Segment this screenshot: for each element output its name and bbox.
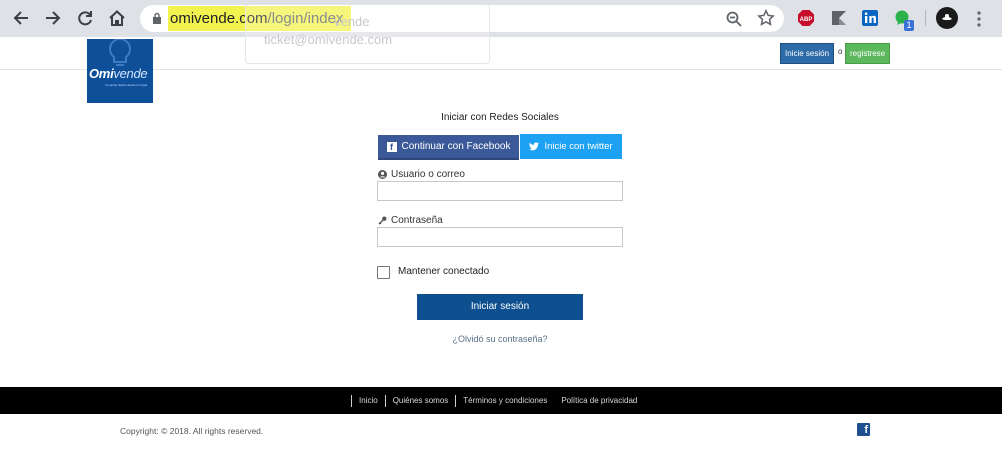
logo-text: Omivende: [89, 66, 148, 81]
footer-link-inicio[interactable]: Inicio: [351, 395, 385, 407]
linkedin-icon[interactable]: [861, 9, 879, 27]
remember-label[interactable]: Mantener conectado: [398, 266, 489, 277]
facebook-login-label: Continuar con Facebook: [401, 141, 511, 152]
site-logo[interactable]: Omivende Compras fáciles desde tu hogar: [87, 39, 153, 103]
password-input[interactable]: [377, 227, 623, 247]
username-input[interactable]: [377, 181, 623, 201]
back-icon: [13, 11, 28, 25]
lock-icon: [153, 12, 161, 24]
back-button[interactable]: [9, 6, 33, 30]
copyright-text: Copyright: © 2018. All rights reserved.: [120, 426, 264, 436]
twitter-login-button[interactable]: Inicie con twitter: [520, 134, 622, 159]
key-icon: [378, 216, 387, 225]
flag-icon[interactable]: [830, 9, 848, 27]
footer-link-quienes-somos[interactable]: Quiénes somos: [384, 395, 456, 407]
username-label: Usuario o correo: [378, 169, 465, 180]
facebook-footer-icon[interactable]: f: [857, 423, 870, 436]
forward-icon: [46, 11, 61, 25]
password-label: Contraseña: [378, 215, 443, 226]
footer-links: Inicio Quiénes somos Términos y condicio…: [351, 395, 644, 407]
remember-checkbox[interactable]: [377, 266, 390, 279]
header-login-button[interactable]: Inicie sesión: [780, 43, 835, 64]
reload-icon: [78, 11, 92, 26]
ghost-line-2: ticket@omivende.com: [264, 32, 393, 47]
twitter-login-label: Inicie con twitter: [544, 141, 613, 152]
home-button[interactable]: [105, 6, 129, 30]
logo-sub: vende: [113, 66, 148, 81]
reload-button[interactable]: [73, 6, 97, 30]
menu-icon[interactable]: [971, 10, 987, 28]
or-separator: o: [838, 47, 843, 56]
ghost-notification: vende ticket@omivende.com: [245, 4, 490, 64]
twitter-icon: [529, 142, 540, 151]
notification-badge: 1: [904, 20, 914, 31]
logo-tagline: Compras fáciles desde tu hogar: [105, 83, 148, 87]
facebook-login-button[interactable]: f Continuar con Facebook: [378, 135, 519, 160]
footer-link-terminos[interactable]: Términos y condiciones: [455, 395, 554, 407]
svg-text:ABP: ABP: [800, 17, 813, 23]
forgot-password-link[interactable]: ¿Olvidó su contraseña?: [400, 334, 600, 344]
forward-button[interactable]: [41, 6, 65, 30]
home-icon: [109, 10, 125, 26]
star-icon[interactable]: [757, 9, 775, 27]
browser-toolbar: omivende.com/login/index ABP 1: [0, 0, 1002, 37]
password-label-text: Contraseña: [391, 215, 443, 226]
lightbulb-icon: [109, 39, 131, 66]
ghost-line-1: vende: [334, 14, 370, 29]
login-submit-button[interactable]: Iniciar sesión: [417, 294, 583, 320]
social-login-title: Iniciar con Redes Sociales: [441, 112, 559, 123]
logo-main: Omi: [89, 66, 114, 81]
toolbar-divider: [925, 10, 926, 26]
header-register-button[interactable]: registrese: [845, 43, 891, 64]
username-label-text: Usuario o correo: [391, 169, 465, 180]
zoom-icon[interactable]: [725, 10, 743, 28]
footer-link-privacidad[interactable]: Política de privacidad: [554, 395, 644, 407]
adblock-icon[interactable]: ABP: [797, 9, 815, 27]
facebook-icon: f: [386, 141, 397, 152]
profile-icon: [942, 14, 952, 21]
user-icon: [378, 170, 387, 179]
avatar[interactable]: [936, 7, 958, 29]
